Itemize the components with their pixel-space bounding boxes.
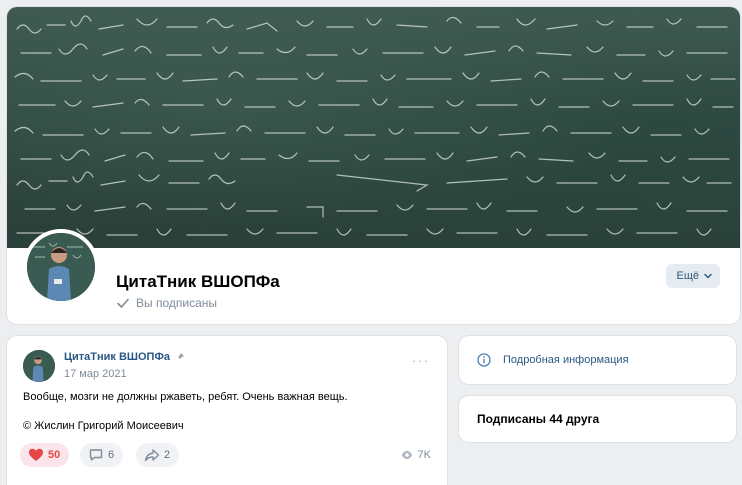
subscription-status[interactable]: Вы подписаны — [116, 296, 217, 310]
pin-icon — [175, 353, 184, 361]
post-menu-button[interactable]: ··· — [412, 353, 429, 367]
friends-subscribed[interactable]: Подписаны 44 друга — [459, 396, 736, 442]
check-icon — [117, 298, 129, 308]
lecturer-photo-icon — [23, 350, 55, 382]
lecturer-photo-icon — [27, 233, 95, 301]
detailed-info-label: Подробная информация — [503, 354, 629, 366]
group-avatar[interactable] — [23, 229, 99, 305]
comment-button[interactable]: 6 — [80, 443, 124, 467]
post-text: Вообще, мозги не должны ржаветь, ребят. … — [23, 391, 348, 403]
like-button[interactable]: 50 — [20, 443, 70, 467]
comment-icon — [89, 449, 103, 461]
group-header-card: ЦитаТник ВШОПФа Вы подписаны Ещё — [7, 7, 740, 324]
chalkboard-formulas-icon — [14, 15, 736, 236]
friends-subscribed-label: Подписаны 44 друга — [477, 412, 600, 426]
subscription-status-label: Вы подписаны — [136, 296, 217, 310]
post-author-avatar[interactable] — [23, 350, 55, 382]
views-count: 7K — [417, 449, 431, 461]
detailed-info-link[interactable]: Подробная информация — [459, 336, 736, 384]
eye-icon — [401, 451, 412, 459]
cover-image — [7, 7, 740, 248]
post-author[interactable]: ЦитаТник ВШОПФа — [64, 351, 185, 363]
post-signature: © Жислин Григорий Моисеевич — [23, 420, 184, 432]
chevron-down-icon — [704, 273, 712, 279]
post-date[interactable]: 17 мар 2021 — [64, 368, 127, 380]
wall-post: ЦитаТник ВШОПФа 17 мар 2021 ··· Вообще, … — [7, 336, 447, 485]
heart-icon — [29, 448, 43, 461]
like-count: 50 — [48, 449, 61, 461]
more-button-label: Ещё — [676, 270, 699, 282]
share-button[interactable]: 2 — [136, 443, 180, 467]
info-icon — [477, 353, 491, 367]
share-icon — [144, 449, 160, 462]
more-button[interactable]: Ещё — [666, 264, 720, 288]
share-count: 2 — [164, 449, 171, 461]
post-author-name[interactable]: ЦитаТник ВШОПФа — [64, 351, 170, 363]
group-title: ЦитаТник ВШОПФа — [116, 272, 280, 291]
views-counter: 7K — [401, 449, 431, 461]
comment-count: 6 — [108, 449, 115, 461]
